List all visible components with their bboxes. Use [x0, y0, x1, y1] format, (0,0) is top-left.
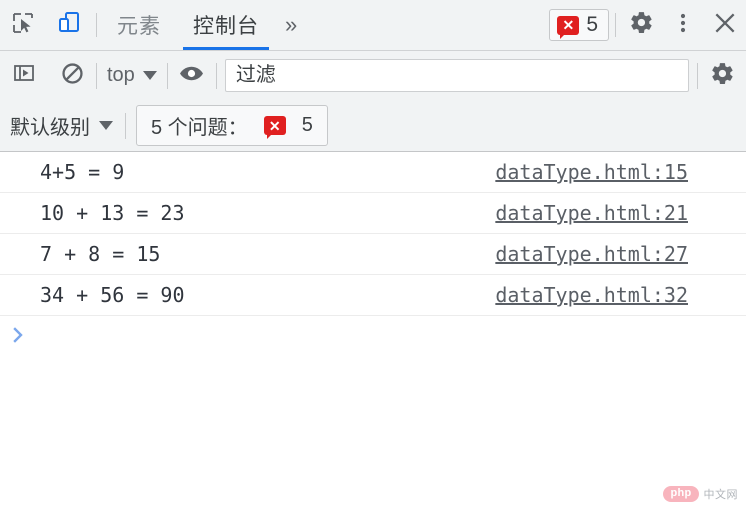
gear-icon [629, 10, 654, 40]
live-expression-eye-icon [178, 60, 205, 92]
console-filter-input[interactable] [224, 59, 689, 92]
tab-console[interactable]: 控制台 [177, 0, 275, 50]
prompt-chevron-icon [12, 324, 26, 348]
live-expression-button[interactable] [168, 51, 216, 100]
console-message-source-link[interactable]: dataType.html:15 [495, 160, 688, 184]
console-toolbar-divider-3 [215, 62, 217, 89]
watermark-text: 中文网 [703, 489, 738, 501]
tabbar-spacer [307, 0, 549, 50]
console-message-text: 34 + 56 = 90 [40, 283, 185, 307]
console-message-text: 10 + 13 = 23 [40, 201, 185, 225]
devtools-window: 元素 控制台 » ✕ 5 top 过滤 默认级别 5 个问题： ✕ 5 4+5 … [0, 0, 746, 508]
issues-label: 5 个问题： [151, 117, 248, 139]
close-icon [712, 10, 738, 41]
console-message-row[interactable]: 10 + 13 = 23 dataType.html:21 [0, 193, 746, 234]
error-count-value: 5 [586, 13, 598, 36]
execution-context-selector[interactable]: top [97, 64, 167, 87]
console-prompt-row[interactable] [0, 316, 746, 356]
error-x-glyph: ✕ [562, 17, 575, 33]
console-settings-button[interactable] [698, 51, 746, 100]
issues-error-x-glyph: ✕ [268, 117, 281, 134]
console-message-list: 4+5 = 9 dataType.html:15 10 + 13 = 23 da… [0, 152, 746, 508]
devtools-more-options-button[interactable] [662, 0, 704, 50]
log-level-selector[interactable]: 默认级别 [0, 111, 125, 140]
error-bubble-icon: ✕ [557, 15, 580, 39]
console-message-text: 7 + 8 = 15 [40, 242, 161, 266]
tab-console-label: 控制台 [193, 15, 259, 38]
watermark: php 中文网 [663, 486, 738, 502]
tab-elements[interactable]: 元素 [101, 0, 177, 50]
console-message-source-link[interactable]: dataType.html:32 [495, 283, 688, 307]
tabbar-divider-right [615, 13, 616, 37]
issues-error-bubble-icon: ✕ [263, 116, 286, 139]
issues-error-count: 5 [301, 114, 313, 136]
issues-summary-chip[interactable]: 5 个问题： ✕ 5 [136, 105, 328, 146]
tabbar-divider [96, 13, 97, 37]
chevron-down-icon [142, 71, 157, 80]
console-message-row[interactable]: 4+5 = 9 dataType.html:15 [0, 152, 746, 193]
more-tabs-button[interactable]: » [275, 0, 307, 50]
devtools-close-button[interactable] [704, 0, 746, 50]
console-message-row[interactable]: 34 + 56 = 90 dataType.html:32 [0, 275, 746, 316]
console-toolbar: top [0, 51, 746, 100]
console-message-text: 4+5 = 9 [40, 160, 125, 184]
clear-console-button[interactable] [48, 51, 96, 100]
devtools-settings-button[interactable] [620, 0, 662, 50]
inspect-element-button[interactable] [0, 0, 46, 50]
console-level-bar: 默认级别 5 个问题： ✕ 5 [0, 100, 746, 152]
devtools-tab-bar: 元素 控制台 » ✕ 5 [0, 0, 746, 51]
level-bar-divider [125, 112, 126, 139]
watermark-badge: php [663, 486, 699, 502]
more-tabs-chevron-icon: » [285, 12, 298, 37]
console-prompt-input[interactable] [36, 323, 746, 349]
console-message-row[interactable]: 7 + 8 = 15 dataType.html:27 [0, 234, 746, 275]
clear-console-icon [60, 61, 85, 91]
kebab-menu-icon [673, 11, 693, 40]
inspect-element-icon [11, 11, 35, 40]
console-sidebar-toggle-button[interactable] [0, 51, 48, 100]
console-message-source-link[interactable]: dataType.html:27 [495, 242, 688, 266]
console-settings-gear-icon [710, 61, 735, 91]
device-toolbar-icon [56, 10, 82, 41]
error-count-badge[interactable]: ✕ 5 [549, 9, 609, 41]
device-toolbar-toggle-button[interactable] [46, 0, 92, 50]
log-level-label: 默认级别 [10, 117, 90, 139]
execution-context-value: top [107, 64, 135, 86]
console-message-source-link[interactable]: dataType.html:21 [495, 201, 688, 225]
tab-elements-label: 元素 [117, 15, 161, 38]
chevron-down-icon [99, 121, 113, 130]
console-sidebar-icon [12, 61, 36, 90]
